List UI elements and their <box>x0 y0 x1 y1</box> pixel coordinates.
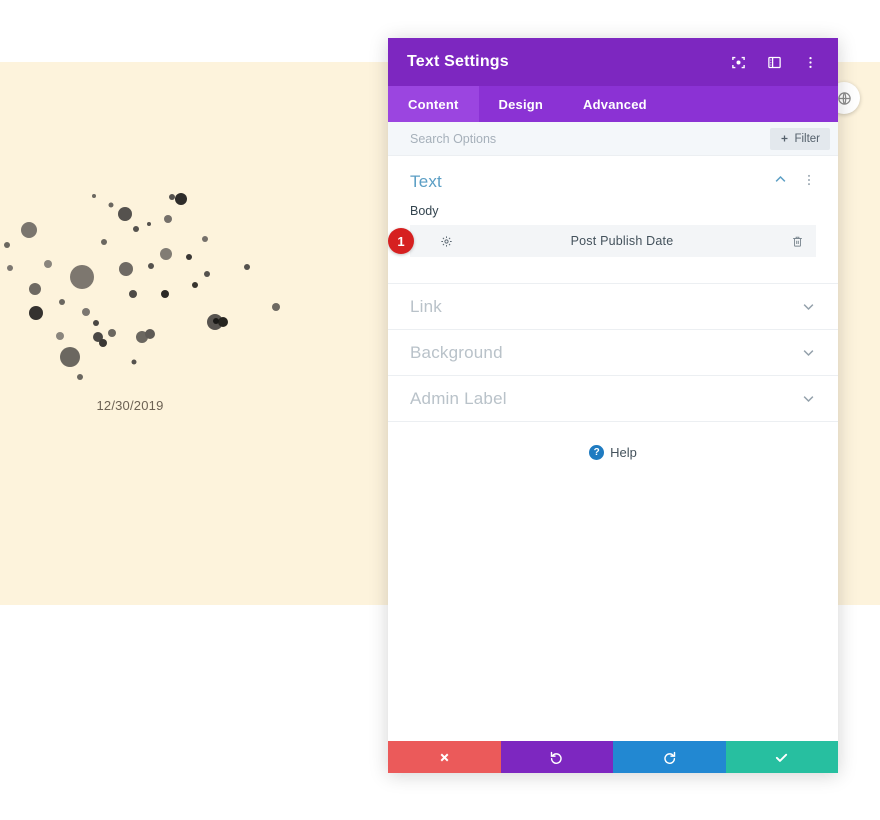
section-admin-label-title: Admin Label <box>410 388 507 408</box>
screen-root: 12/30/2019 Text Settings Content Design … <box>0 0 880 820</box>
tab-design[interactable]: Design <box>479 86 564 122</box>
chevron-down-icon[interactable] <box>801 391 816 406</box>
section-admin-label[interactable]: Admin Label <box>388 375 838 421</box>
search-input[interactable] <box>410 131 771 146</box>
trash-icon[interactable] <box>791 235 804 248</box>
undo-icon <box>551 751 562 764</box>
more-vertical-icon[interactable] <box>800 52 820 72</box>
undo-button[interactable] <box>500 741 613 773</box>
section-text-title: Text <box>410 172 442 191</box>
section-link[interactable]: Link <box>388 283 838 329</box>
panel-body: Text Body 1 Post Publish Date Link Backg… <box>388 156 838 741</box>
plus-icon <box>781 135 788 142</box>
text-settings-panel: Text Settings Content Design Advanced Se… <box>388 38 838 773</box>
close-icon <box>440 753 449 761</box>
section-text-menu-icon[interactable] <box>802 173 816 192</box>
panel-footer <box>388 741 838 773</box>
redo-button[interactable] <box>613 741 726 773</box>
save-button[interactable] <box>725 741 838 773</box>
panel-header: Text Settings <box>388 38 838 86</box>
chevron-down-icon[interactable] <box>801 345 816 360</box>
chevron-up-icon[interactable] <box>773 172 788 192</box>
section-background[interactable]: Background <box>388 329 838 375</box>
cancel-button[interactable] <box>388 741 501 773</box>
focus-icon[interactable] <box>728 52 748 72</box>
help-label: Help <box>610 445 637 460</box>
ink-splatter-image <box>4 193 280 380</box>
globe-icon <box>837 91 851 105</box>
tab-advanced[interactable]: Advanced <box>563 86 667 122</box>
dynamic-content-item-row[interactable]: 1 Post Publish Date <box>388 225 816 257</box>
step-badge: 1 <box>388 228 414 254</box>
question-circle-icon: ? <box>589 445 605 460</box>
section-text-header[interactable]: Text <box>410 172 816 204</box>
dynamic-content-item-label: Post Publish Date <box>570 234 674 248</box>
section-text-tools <box>773 172 816 192</box>
search-bar: Filter <box>388 122 838 156</box>
panel-tabs: Content Design Advanced <box>388 86 838 122</box>
filter-button[interactable]: Filter <box>770 127 830 150</box>
tab-content[interactable]: Content <box>388 86 479 122</box>
chevron-down-icon[interactable] <box>801 299 816 314</box>
body-field-label: Body <box>410 204 439 218</box>
section-background-title: Background <box>410 342 503 362</box>
panel-header-actions <box>728 52 820 72</box>
section-link-title: Link <box>410 296 442 316</box>
gear-icon[interactable] <box>440 235 453 248</box>
filter-button-label: Filter <box>794 132 820 145</box>
post-publish-date: 12/30/2019 <box>96 398 164 413</box>
redo-icon <box>664 751 675 764</box>
panel-title: Text Settings <box>407 53 509 70</box>
check-icon <box>776 753 788 762</box>
help-area: ? Help <box>388 421 838 460</box>
section-text: Text Body 1 Post Publish Date <box>388 156 838 257</box>
layout-panel-icon[interactable] <box>764 52 784 72</box>
help-link[interactable]: ? Help <box>589 445 637 460</box>
